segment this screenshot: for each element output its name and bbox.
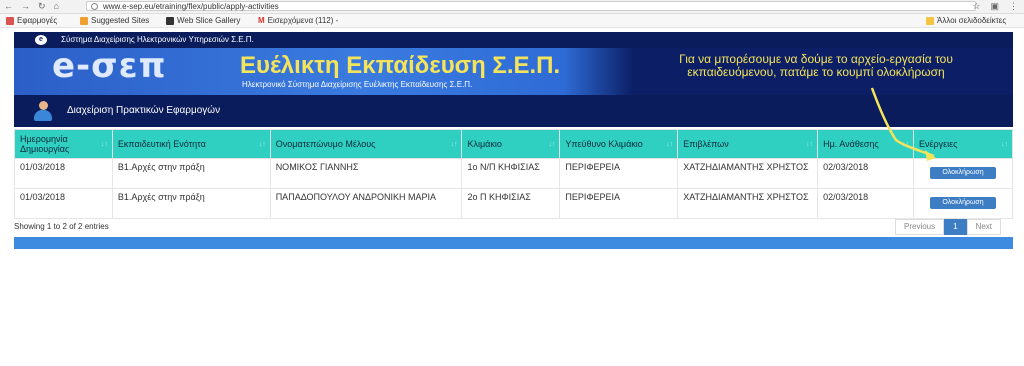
- cell-created-date: 01/03/2018: [14, 158, 113, 189]
- cell-member-name: ΝΟΜΙΚΟΣ ΓΙΑΝΝΗΣ: [269, 158, 463, 189]
- column-header-responsible-unit[interactable]: Υπεύθυνο Κλιμάκιο ↓↑: [559, 129, 679, 159]
- sort-icon: ↓↑: [548, 141, 556, 148]
- bookmark-inbox[interactable]: M Εισερχόμενα (112) -: [258, 15, 338, 26]
- address-bar[interactable]: www.e-sep.eu/etraining/flex/public/apply…: [86, 1, 976, 11]
- section-title: Διαχείριση Πρακτικών Εφαρμογών: [67, 105, 221, 116]
- user-icon: [34, 101, 52, 121]
- site-logo: e-σεπ: [52, 46, 167, 86]
- sort-icon: ↓↑: [450, 141, 458, 148]
- browser-toolbar: ← → ↻ ⌂ www.e-sep.eu/etraining/flex/publ…: [0, 0, 1024, 14]
- bookmark-other[interactable]: Άλλοι σελιδοδείκτες: [926, 15, 1006, 26]
- cell-responsible-unit: ΠΕΡΙΦΕΡΕΙΑ: [559, 158, 679, 189]
- column-header-member-name[interactable]: Ονοματεπώνυμο Μέλους ↓↑: [269, 129, 463, 159]
- gmail-icon: M: [258, 16, 265, 25]
- back-icon[interactable]: ←: [4, 1, 13, 12]
- sort-icon: ↓↑: [100, 141, 108, 148]
- column-header-unit[interactable]: Κλιμάκιο ↓↑: [461, 129, 561, 159]
- bookmark-apps[interactable]: Εφαρμογές: [6, 15, 57, 26]
- next-button[interactable]: Next: [966, 219, 1002, 235]
- nav-buttons: ← → ↻ ⌂: [4, 1, 59, 12]
- cell-actions: Ολοκλήρωση: [913, 188, 1013, 219]
- site-title: Ευέλικτη Εκπαίδευση Σ.Ε.Π.: [240, 52, 561, 79]
- bookmark-suggested-sites[interactable]: Suggested Sites: [80, 15, 149, 26]
- e-logo-icon: e: [35, 35, 47, 45]
- column-header-actions[interactable]: Ενέργειες ↓↑: [913, 129, 1013, 159]
- cell-module: Β1.Αρχές στην πράξη: [111, 158, 271, 189]
- cell-member-name: ΠΑΠΑΔΟΠΟΥΛΟΥ ΑΝΔΡΟΝΙΚΗ ΜΑΡΙΑ: [269, 188, 463, 219]
- folder-icon: [926, 16, 934, 25]
- bookmarks-bar: Εφαρμογές Suggested Sites Web Slice Gall…: [0, 14, 1024, 28]
- site-subtitle: Ηλεκτρονικό Σύστημα Διαχείρισης Ευέλικτη…: [242, 80, 473, 89]
- url-text: www.e-sep.eu/etraining/flex/public/apply…: [103, 2, 279, 11]
- cell-created-date: 01/03/2018: [14, 188, 113, 219]
- browser-actions: ☆ ▣ ⋮: [972, 0, 1018, 12]
- column-header-module[interactable]: Εκπαιδευτική Ενότητα ↓↑: [111, 129, 271, 159]
- page-1-button[interactable]: 1: [944, 219, 967, 235]
- reload-icon[interactable]: ↻: [38, 1, 46, 12]
- cell-module: Β1.Αρχές στην πράξη: [111, 188, 271, 219]
- sort-icon: ↓↑: [258, 141, 266, 148]
- home-icon[interactable]: ⌂: [54, 1, 59, 12]
- info-icon[interactable]: [91, 3, 98, 10]
- sort-icon: ↓↑: [1001, 141, 1008, 148]
- site-banner: e Σύστημα Διαχείρισης Ηλεκτρονικών Υπηρε…: [14, 32, 1013, 127]
- cell-unit: 1ο Ν/Π ΚΗΦΙΣΙΑΣ: [461, 158, 561, 189]
- section-bar: Διαχείριση Πρακτικών Εφαρμογών: [14, 95, 1013, 127]
- table-header-row: Ημερομηνία Δημιουργίας ↓↑ Εκπαιδευτική Εν…: [14, 129, 1013, 159]
- table-row: 01/03/2018 Β1.Αρχές στην πράξη ΝΟΜΙΚΟΣ Γ…: [14, 158, 1013, 189]
- complete-button[interactable]: Ολοκλήρωση: [930, 197, 996, 209]
- suggested-sites-icon: [80, 16, 88, 25]
- cell-supervisor: ΧΑΤΖΗΔΙΑΜΑΝΤΗΣ ΧΡΗΣΤΟΣ: [677, 188, 819, 219]
- cell-assignment-date: 02/03/2018: [817, 158, 914, 189]
- column-header-assignment-date[interactable]: Ημ. Ανάθεσης ↓↑: [817, 129, 914, 159]
- star-icon[interactable]: ☆: [972, 0, 980, 12]
- sort-icon: ↓↑: [666, 141, 674, 148]
- entries-info: Showing 1 to 2 of 2 entries: [14, 222, 109, 231]
- column-header-created-date[interactable]: Ημερομηνία Δημιουργίας ↓↑: [14, 129, 113, 159]
- tutorial-annotation: Για να μπορέσουμε να δούμε το αρχείο-εργ…: [679, 52, 953, 79]
- sort-icon: ↓↑: [902, 141, 909, 148]
- cell-supervisor: ΧΑΤΖΗΔΙΑΜΑΝΤΗΣ ΧΡΗΣΤΟΣ: [677, 158, 819, 189]
- bookmark-web-slice-gallery[interactable]: Web Slice Gallery: [166, 15, 240, 26]
- sort-icon: ↓↑: [806, 141, 814, 148]
- column-header-supervisor[interactable]: Επιβλέπων ↓↑: [677, 129, 819, 159]
- menu-icon[interactable]: ⋮: [1009, 0, 1018, 12]
- complete-button[interactable]: Ολοκλήρωση: [930, 167, 996, 179]
- table-row: 01/03/2018 Β1.Αρχές στην πράξη ΠΑΠΑΔΟΠΟΥ…: [14, 188, 1013, 219]
- extension-icon[interactable]: ▣: [990, 0, 999, 12]
- footer-bar: [14, 237, 1013, 249]
- web-slice-icon: [166, 16, 174, 25]
- cell-actions: Ολοκλήρωση: [913, 158, 1013, 189]
- cell-assignment-date: 02/03/2018: [817, 188, 914, 219]
- cell-responsible-unit: ΠΕΡΙΦΕΡΕΙΑ: [559, 188, 679, 219]
- forward-icon[interactable]: →: [21, 1, 30, 12]
- pagination: Previous 1 Next: [895, 219, 1002, 235]
- cell-unit: 2ο Π ΚΗΦΙΣΙΑΣ: [461, 188, 561, 219]
- apps-icon: [6, 16, 14, 25]
- activities-table: Ημερομηνία Δημιουργίας ↓↑ Εκπαιδευτική Εν…: [14, 129, 1013, 219]
- previous-button[interactable]: Previous: [895, 219, 945, 235]
